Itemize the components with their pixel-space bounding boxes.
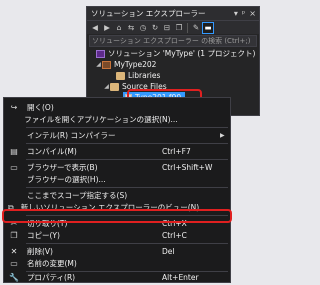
menu-item-open[interactable]: ↪ 開く(O) — [4, 102, 230, 114]
sync-icon[interactable]: ⇆ — [126, 23, 136, 33]
solution-explorer-title: ソリューション エクスプローラー — [91, 9, 206, 18]
tree-item-libraries[interactable]: Libraries — [87, 70, 259, 81]
toolbar-separator — [187, 22, 188, 33]
browser-icon: ▭ — [10, 163, 18, 173]
tree-item-label: ソリューション 'MyType' (1 プロジェクト) — [108, 49, 256, 58]
menu-item-properties[interactable]: 🔧 プロパティ(R) Alt+Enter — [4, 272, 230, 284]
tree-item-solution[interactable]: ソリューション 'MyType' (1 プロジェクト) — [87, 48, 259, 59]
properties-icon: 🔧 — [9, 273, 19, 283]
show-all-icon[interactable]: ▬ — [202, 21, 214, 34]
rename-icon: ▭ — [10, 259, 18, 269]
menu-item-open-with[interactable]: ファイルを開くアプリケーションの選択(N)... — [4, 114, 230, 126]
submenu-arrow-icon: ▶ — [220, 132, 225, 140]
title-controls: ▾ ᵖ × — [234, 7, 256, 20]
back-icon[interactable]: ◀ — [90, 23, 100, 33]
folder-icon — [110, 82, 119, 91]
menu-separator — [26, 187, 228, 188]
menu-item-browse-with[interactable]: ブラウザーの選択(H)... — [4, 174, 230, 186]
solution-explorer-title-bar: ソリューション エクスプローラー ▾ ᵖ × — [87, 7, 259, 20]
home-icon[interactable]: ⌂ — [114, 23, 124, 33]
wrench-icon[interactable]: ✎ — [191, 23, 201, 33]
menu-item-copy[interactable]: ❐ コピー(Y) Ctrl+C — [4, 230, 230, 242]
delete-icon: ✕ — [10, 247, 18, 257]
menu-item-rename[interactable]: ▭ 名前の変更(M) — [4, 258, 230, 270]
copy-icon[interactable]: ❐ — [174, 23, 184, 33]
solution-icon — [96, 49, 105, 58]
context-menu: ↪ 開く(O) ファイルを開くアプリケーションの選択(N)... インテル(R)… — [3, 97, 231, 283]
refresh-icon[interactable]: ↻ — [150, 23, 160, 33]
forward-icon[interactable]: ▶ — [102, 23, 112, 33]
search-placeholder: ソリューション エクスプローラー の検索 (Ctrl+;) — [92, 37, 251, 45]
menu-item-delete[interactable]: ✕ 削除(V) Del — [4, 246, 230, 258]
chevron-down-icon[interactable]: ◢ — [95, 59, 102, 70]
solution-explorer-search-input[interactable]: ソリューション エクスプローラー の検索 (Ctrl+;) — [89, 35, 257, 47]
solution-explorer-toolbar: ◀ ▶ ⌂ ⇆ ◷ ↻ ⊟ ❐ ✎ ▬ — [87, 20, 259, 34]
dropdown-icon[interactable]: ▾ — [234, 7, 238, 20]
pin-icon[interactable]: ᵖ — [242, 7, 245, 20]
menu-separator — [26, 243, 228, 244]
menu-item-compile[interactable]: ▤ コンパイル(M) Ctrl+F7 — [4, 146, 230, 158]
delete-item-highlight — [2, 209, 232, 223]
chevron-down-icon[interactable]: ◢ — [103, 81, 110, 92]
compile-icon: ▤ — [10, 147, 18, 157]
menu-item-scope-to-this[interactable]: ここまでスコープ指定する(S) — [4, 190, 230, 202]
menu-separator — [26, 143, 228, 144]
close-icon[interactable]: × — [249, 7, 256, 20]
tree-item-project[interactable]: ◢ MyType202 — [87, 59, 259, 70]
menu-item-intel-compiler[interactable]: インテル(R) コンパイラー ▶ — [4, 130, 230, 142]
project-icon — [102, 60, 111, 69]
history-icon[interactable]: ◷ — [138, 23, 148, 33]
tree-item-label: Libraries — [128, 71, 161, 80]
menu-separator — [26, 159, 228, 160]
menu-item-view-in-browser[interactable]: ▭ ブラウザーで表示(B) Ctrl+Shift+W — [4, 162, 230, 174]
open-icon: ↪ — [10, 103, 18, 113]
copy-icon: ❐ — [10, 231, 18, 241]
menu-separator — [26, 127, 228, 128]
collapse-icon[interactable]: ⊟ — [162, 23, 172, 33]
folder-icon — [116, 71, 125, 80]
tree-item-label: MyType202 — [114, 60, 157, 69]
